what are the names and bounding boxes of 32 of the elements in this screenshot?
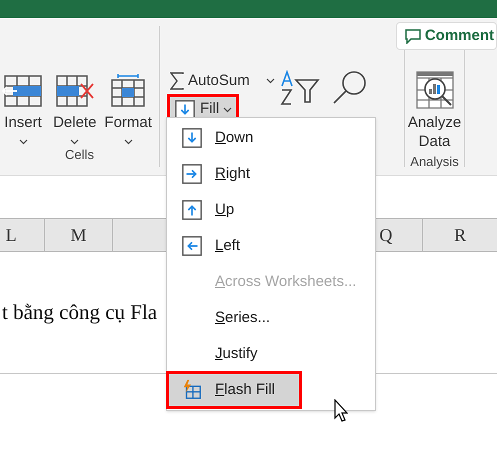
- menu-item[interactable]: Series...: [167, 300, 375, 336]
- column-header: L: [0, 219, 46, 251]
- sort-filter-button[interactable]: [280, 70, 320, 106]
- menu-item[interactable]: Flash Fill: [167, 372, 301, 408]
- comment-button[interactable]: Comment: [396, 22, 497, 50]
- flash-fill-icon: [181, 379, 203, 401]
- ribbon-button[interactable]: Insert: [0, 74, 48, 144]
- group-label: Analysis: [410, 152, 459, 171]
- column-header: M: [45, 219, 113, 251]
- column-header: R: [453, 224, 468, 246]
- group-label: Cells: [65, 146, 94, 164]
- analyze-data-button[interactable]: Analyze Data: [408, 70, 462, 152]
- cell-text: t bằng công cụ Fla: [2, 298, 158, 326]
- ribbon-button[interactable]: Format: [102, 74, 154, 144]
- comment-icon: [404, 28, 421, 44]
- menu-item[interactable]: Down: [167, 120, 375, 156]
- sort-filter-icon: [280, 70, 320, 106]
- ribbon-button[interactable]: Delete: [51, 74, 98, 144]
- chevron-down-icon: [223, 106, 232, 112]
- sigma-icon: [170, 72, 184, 90]
- search-icon: [332, 70, 368, 106]
- format-cells-icon: [110, 74, 146, 108]
- chevron-down-icon: [70, 138, 80, 144]
- delete-cells-icon: [54, 74, 95, 108]
- find-select-button[interactable]: [332, 70, 368, 106]
- chevron-down-icon: [124, 138, 133, 144]
- chevron-down-icon: [18, 138, 28, 144]
- menu-item[interactable]: Right: [167, 156, 375, 192]
- menu-item[interactable]: Justify: [167, 336, 375, 372]
- autosum-button[interactable]: AutoSum: [170, 70, 275, 92]
- chevron-down-icon: [266, 78, 275, 84]
- analyze-data-icon: [414, 70, 454, 110]
